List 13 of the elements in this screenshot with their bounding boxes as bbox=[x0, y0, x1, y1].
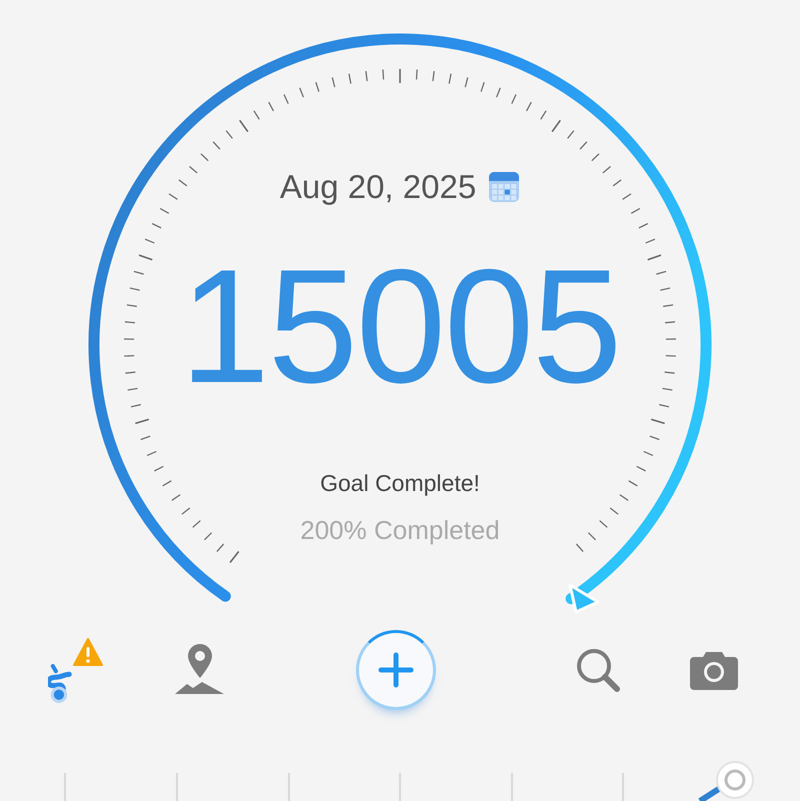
progress-text: 200% Completed bbox=[300, 515, 500, 546]
camera-button[interactable] bbox=[690, 650, 738, 690]
calendar-icon[interactable] bbox=[488, 171, 520, 203]
arrow-head bbox=[568, 584, 600, 614]
goal-message: Goal Complete! bbox=[320, 470, 480, 497]
route-icon bbox=[48, 663, 74, 703]
route-button[interactable] bbox=[48, 637, 104, 703]
search-icon bbox=[574, 646, 622, 694]
date-label: Aug 20, 2025 bbox=[280, 168, 476, 206]
step-count: 15005 bbox=[180, 246, 620, 408]
plus-icon bbox=[378, 652, 414, 688]
camera-icon bbox=[690, 650, 738, 690]
search-button[interactable] bbox=[574, 646, 622, 694]
